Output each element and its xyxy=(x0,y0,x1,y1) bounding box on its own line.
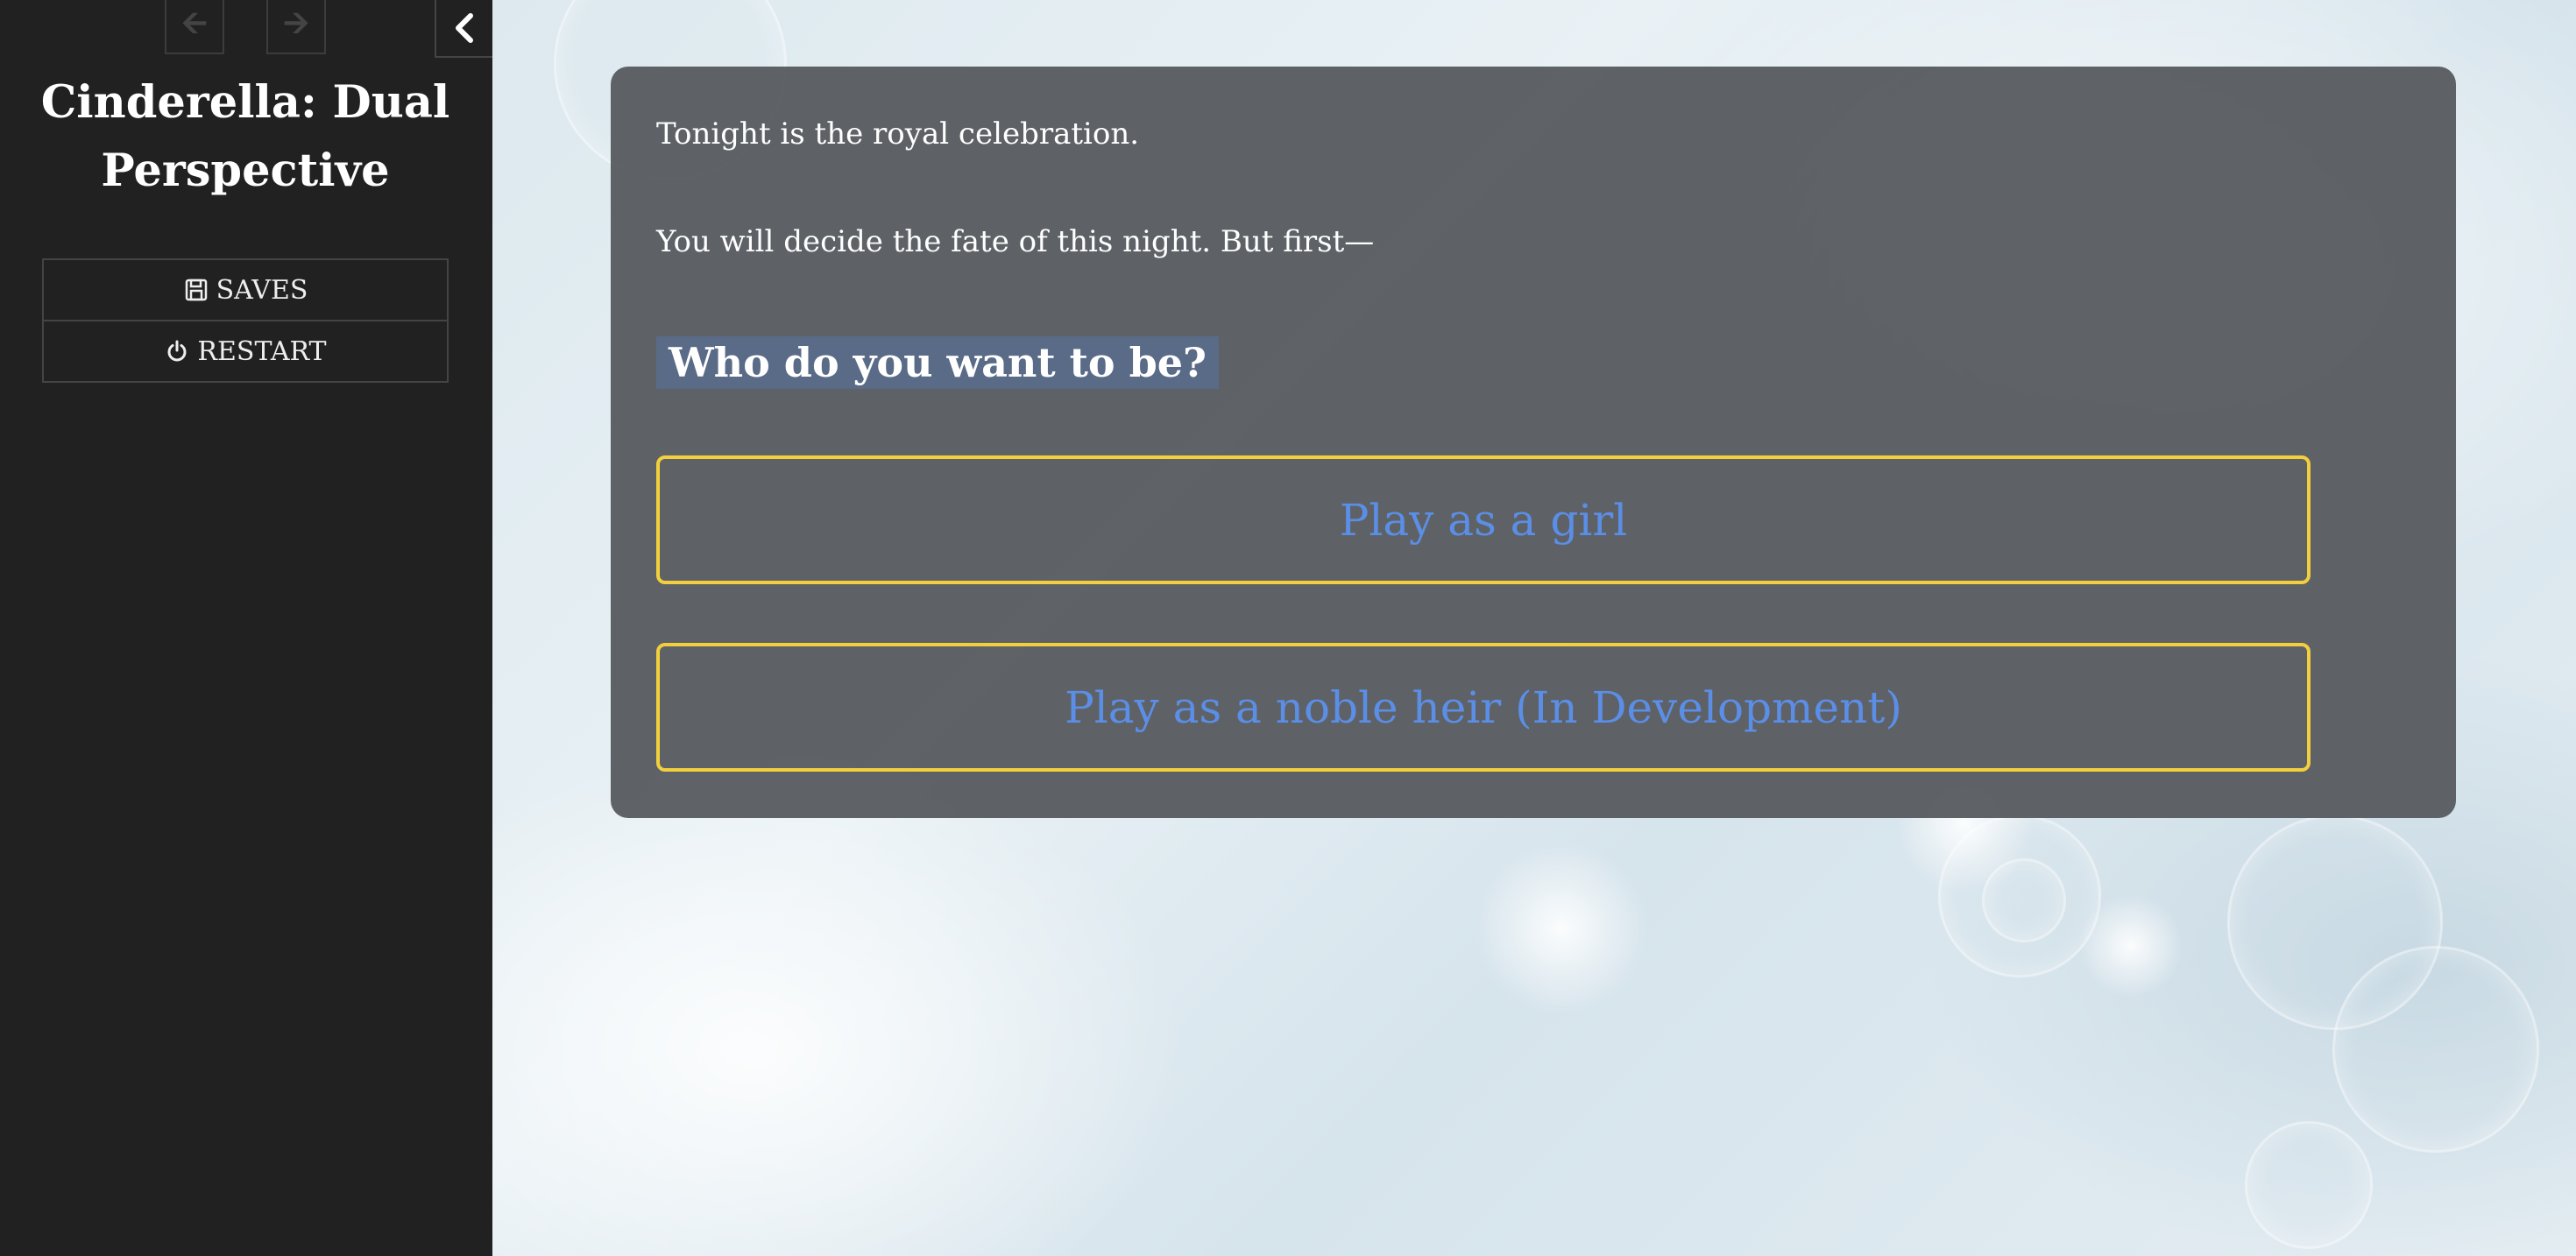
floppy-disk-icon xyxy=(183,277,209,303)
arrow-left-icon: 🡨 xyxy=(181,4,208,41)
power-icon xyxy=(164,338,190,364)
arrow-right-icon: 🡪 xyxy=(283,4,309,41)
saves-button[interactable]: SAVES xyxy=(44,260,447,320)
chevron-left-icon xyxy=(456,13,473,43)
history-forward-button[interactable]: 🡪 xyxy=(266,0,326,54)
restart-label: RESTART xyxy=(197,335,327,367)
saves-label: SAVES xyxy=(216,274,308,306)
choice-play-as-girl[interactable]: Play as a girl xyxy=(656,455,2311,584)
passage-question: Who do you want to be? xyxy=(656,336,1219,389)
sidebar-toggle-button[interactable] xyxy=(435,0,492,58)
sidebar-menu: SAVES RESTART xyxy=(42,258,449,383)
passage-paragraph: Tonight is the royal celebration. xyxy=(656,116,1140,152)
story-passage: Tonight is the royal celebration. You wi… xyxy=(611,67,2456,818)
restart-button[interactable]: RESTART xyxy=(44,320,447,381)
story-title: Cinderella: Dual Perspective xyxy=(40,76,450,197)
choice-play-as-noble-heir[interactable]: Play as a noble heir (In Development) xyxy=(656,643,2311,772)
sidebar: 🡨 🡪 Cinderella: Dual Perspective SAVES R… xyxy=(0,0,492,1256)
passage-paragraph: You will decide the fate of this night. … xyxy=(656,224,1375,259)
history-back-button[interactable]: 🡨 xyxy=(165,0,224,54)
